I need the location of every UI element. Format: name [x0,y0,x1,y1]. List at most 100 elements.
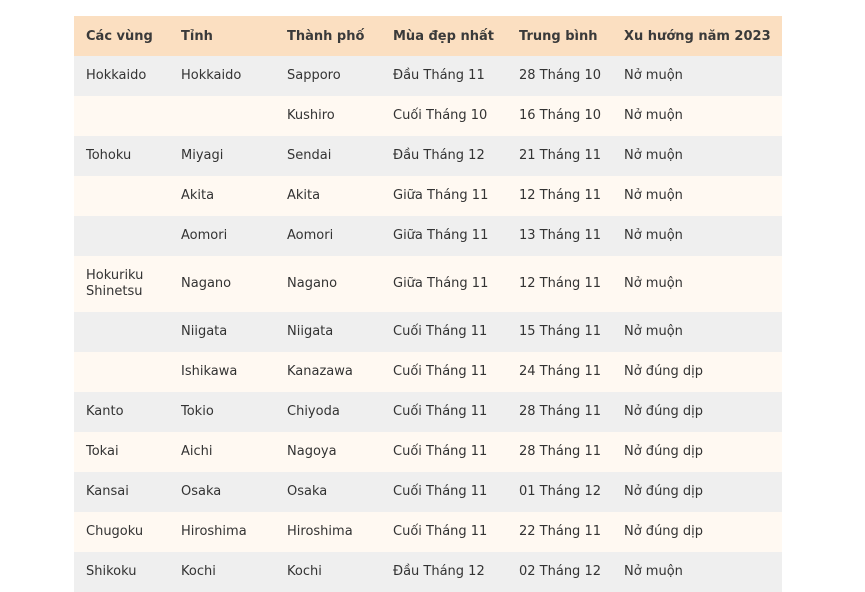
table-row: Kanto Tokio Chiyoda Cuối Tháng 11 28 Tháng 1… [74,392,782,432]
table-row: Hokuriku Shinetsu Nagano Nagano Giữa Tháng … [74,256,782,312]
header-best-season: Mùa đẹp nhất [381,16,507,56]
cell-city: Sendai [275,136,381,176]
cell-city: Kushiro [275,96,381,136]
cell-prefecture: Akita [169,176,275,216]
cell-region [74,352,169,392]
cell-best-season: Cuối Tháng 11 [381,392,507,432]
cell-region: Shikoku [74,552,169,592]
cell-average: 12 Tháng 11 [507,176,612,216]
cell-best-season: Cuối Tháng 11 [381,352,507,392]
cell-trend: Nở muộn [612,312,782,352]
cell-prefecture: Tokio [169,392,275,432]
cell-trend: Nở đúng dịp [612,352,782,392]
cell-prefecture: Kochi [169,552,275,592]
cell-trend: Nở đúng dịp [612,432,782,472]
table-row: Tokai Aichi Nagoya Cuối Tháng 11 28 Tháng 11… [74,432,782,472]
cell-prefecture: Ishikawa [169,352,275,392]
cell-trend: Nở đúng dịp [612,512,782,552]
table-row: Chugoku Hiroshima Hiroshima Cuối Tháng 11 22… [74,512,782,552]
cell-average: 28 Tháng 10 [507,56,612,96]
cell-city: Kochi [275,552,381,592]
cell-prefecture [169,96,275,136]
cell-average: 02 Tháng 12 [507,552,612,592]
cell-trend: Nở muộn [612,552,782,592]
table-row: Hokkaido Hokkaido Sapporo Đầu Tháng 11 28 Th… [74,56,782,96]
cell-trend: Nở muộn [612,96,782,136]
header-city: Thành phố [275,16,381,56]
cell-trend: Nở đúng dịp [612,472,782,512]
foliage-season-table: Các vùng Tỉnh Thành phố Mùa đẹp nhất Tru… [74,16,782,592]
cell-trend: Nở muộn [612,136,782,176]
header-row: Các vùng Tỉnh Thành phố Mùa đẹp nhất Tru… [74,16,782,56]
cell-prefecture: Miyagi [169,136,275,176]
cell-prefecture: Aomori [169,216,275,256]
cell-best-season: Cuối Tháng 11 [381,312,507,352]
cell-prefecture: Hokkaido [169,56,275,96]
cell-region [74,176,169,216]
cell-city: Sapporo [275,56,381,96]
cell-city: Hiroshima [275,512,381,552]
header-prefecture: Tỉnh [169,16,275,56]
cell-city: Aomori [275,216,381,256]
cell-region [74,312,169,352]
cell-average: 22 Tháng 11 [507,512,612,552]
table-body: Hokkaido Hokkaido Sapporo Đầu Tháng 11 28 Th… [74,56,782,592]
cell-prefecture: Nagano [169,256,275,312]
cell-region: Chugoku [74,512,169,552]
cell-city: Chiyoda [275,392,381,432]
cell-average: 01 Tháng 12 [507,472,612,512]
cell-prefecture: Niigata [169,312,275,352]
cell-best-season: Giữa Tháng 11 [381,216,507,256]
cell-trend: Nở đúng dịp [612,392,782,432]
cell-city: Akita [275,176,381,216]
cell-average: 24 Tháng 11 [507,352,612,392]
cell-average: 12 Tháng 11 [507,256,612,312]
cell-trend: Nở muộn [612,216,782,256]
cell-best-season: Đầu Tháng 12 [381,136,507,176]
cell-average: 21 Tháng 11 [507,136,612,176]
cell-city: Kanazawa [275,352,381,392]
cell-best-season: Đầu Tháng 12 [381,552,507,592]
table-row: Shikoku Kochi Kochi Đầu Tháng 12 02 Tháng 12… [74,552,782,592]
cell-trend: Nở muộn [612,176,782,216]
cell-best-season: Cuối Tháng 11 [381,472,507,512]
cell-trend: Nở muộn [612,56,782,96]
cell-region [74,216,169,256]
cell-average: 28 Tháng 11 [507,432,612,472]
header-region: Các vùng [74,16,169,56]
table-row: Kansai Osaka Osaka Cuối Tháng 11 01 Tháng 12… [74,472,782,512]
table-row: Ishikawa Kanazawa Cuối Tháng 11 24 Tháng 11… [74,352,782,392]
table-row: Tohoku Miyagi Sendai Đầu Tháng 12 21 Tháng 1… [74,136,782,176]
table-row: Aomori Aomori Giữa Tháng 11 13 Tháng 11 Nở m… [74,216,782,256]
cell-region: Tohoku [74,136,169,176]
cell-city: Osaka [275,472,381,512]
cell-average: 16 Tháng 10 [507,96,612,136]
cell-prefecture: Osaka [169,472,275,512]
table-row: Niigata Niigata Cuối Tháng 11 15 Tháng 11 Nở… [74,312,782,352]
cell-prefecture: Hiroshima [169,512,275,552]
cell-best-season: Cuối Tháng 11 [381,432,507,472]
cell-best-season: Giữa Tháng 11 [381,176,507,216]
cell-region: Hokuriku Shinetsu [74,256,169,312]
table-row: Kushiro Cuối Tháng 10 16 Tháng 10 Nở muộn [74,96,782,136]
header-average: Trung bình [507,16,612,56]
cell-trend: Nở muộn [612,256,782,312]
foliage-season-table-container: Các vùng Tỉnh Thành phố Mùa đẹp nhất Tru… [74,16,782,592]
cell-city: Nagoya [275,432,381,472]
header-trend-2023: Xu hướng năm 2023 [612,16,782,56]
cell-best-season: Cuối Tháng 10 [381,96,507,136]
cell-best-season: Đầu Tháng 11 [381,56,507,96]
cell-average: 13 Tháng 11 [507,216,612,256]
cell-region: Hokkaido [74,56,169,96]
cell-best-season: Giữa Tháng 11 [381,256,507,312]
cell-region: Kansai [74,472,169,512]
cell-city: Niigata [275,312,381,352]
cell-region: Tokai [74,432,169,472]
cell-region [74,96,169,136]
cell-prefecture: Aichi [169,432,275,472]
table-header: Các vùng Tỉnh Thành phố Mùa đẹp nhất Tru… [74,16,782,56]
cell-city: Nagano [275,256,381,312]
table-row: Akita Akita Giữa Tháng 11 12 Tháng 11 Nở muộ… [74,176,782,216]
cell-average: 15 Tháng 11 [507,312,612,352]
cell-region: Kanto [74,392,169,432]
